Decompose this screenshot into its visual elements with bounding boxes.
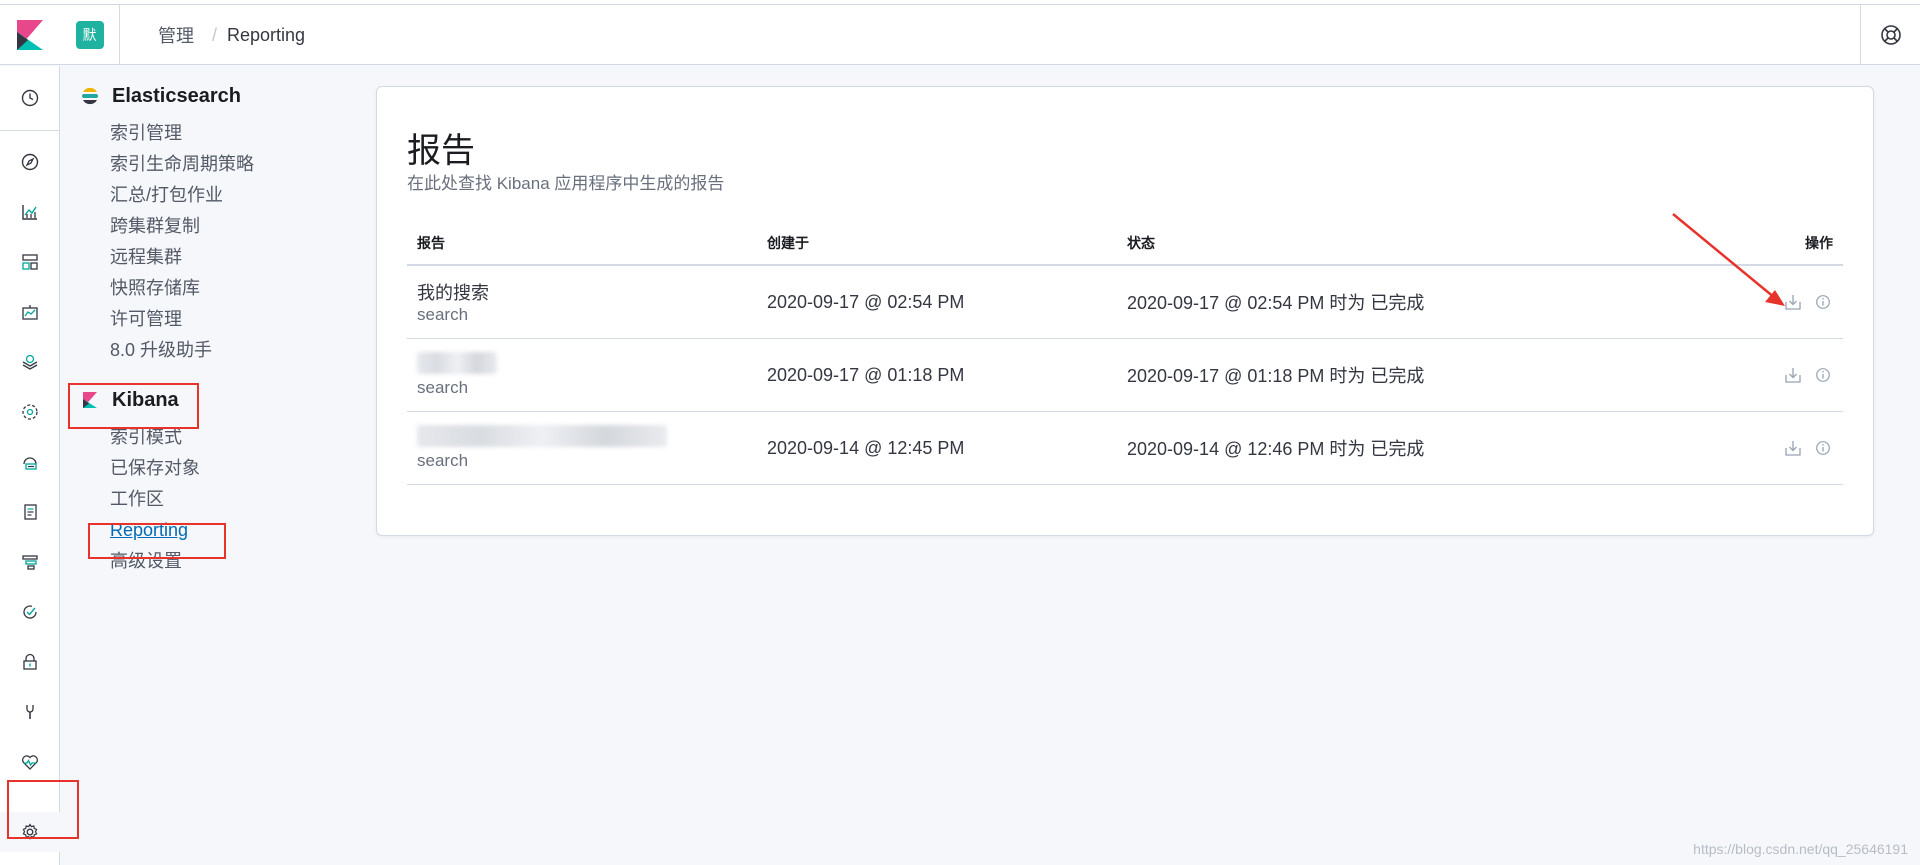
elasticsearch-title: Elasticsearch — [112, 84, 241, 107]
elasticsearch-section-title: Elasticsearch — [80, 80, 340, 112]
sidebar-item-remote-clusters[interactable]: 远程集群 — [110, 242, 340, 273]
annotation-box-reporting — [88, 523, 226, 559]
elasticsearch-logo-icon — [82, 87, 98, 105]
column-header-created[interactable]: 创建于 — [767, 233, 1127, 253]
report-created: 2020-09-17 @ 02:54 PM — [767, 291, 965, 312]
breadcrumb-management[interactable]: 管理 — [158, 22, 194, 48]
table-row: 我的搜索 search 2020-09-17 @ 02:54 PM 2020-0… — [407, 266, 1843, 339]
info-icon[interactable] — [1813, 292, 1833, 312]
logs-icon[interactable] — [0, 492, 60, 532]
download-icon[interactable] — [1783, 365, 1803, 385]
apm-icon[interactable] — [0, 542, 60, 582]
report-type: search — [417, 305, 469, 324]
report-created: 2020-09-17 @ 01:18 PM — [767, 364, 965, 385]
report-type: search — [417, 378, 469, 397]
report-name-cell: search — [407, 425, 767, 471]
table-header: 报告 创建于 状态 操作 — [407, 222, 1843, 266]
report-title-redacted — [417, 425, 767, 449]
recent-icon[interactable] — [0, 78, 60, 118]
report-status: 2020-09-17 @ 01:18 PM 时为 已完成 — [1127, 366, 1425, 386]
table-row: search 2020-09-17 @ 01:18 PM 2020-09-17 … — [407, 339, 1843, 412]
help-button[interactable] — [1860, 5, 1920, 65]
management-sidebar: Elasticsearch 索引管理 索引生命周期策略 汇总/打包作业 跨集群复… — [80, 80, 340, 577]
sidebar-item-ilm[interactable]: 索引生命周期策略 — [110, 149, 340, 180]
monitoring-icon[interactable] — [0, 742, 60, 782]
siem-icon[interactable] — [0, 642, 60, 682]
uptime-icon[interactable] — [0, 592, 60, 632]
breadcrumb-separator: / — [212, 24, 218, 45]
help-lifebuoy-icon — [1880, 25, 1901, 45]
space-avatar: 默 — [75, 21, 104, 49]
elasticsearch-list: 索引管理 索引生命周期策略 汇总/打包作业 跨集群复制 远程集群 快照存储库 许… — [110, 118, 340, 366]
kibana-logo-icon — [17, 20, 43, 50]
sidebar-item-license[interactable]: 许可管理 — [110, 304, 340, 335]
download-icon[interactable] — [1783, 438, 1803, 458]
column-header-status[interactable]: 状态 — [1127, 233, 1687, 253]
report-name-cell: search — [407, 352, 767, 398]
watermark: https://blog.csdn.net/qq_25646191 — [1693, 841, 1908, 857]
sidebar-item-spaces[interactable]: 工作区 — [110, 484, 340, 515]
sidebar-item-upgrade[interactable]: 8.0 升级助手 — [110, 335, 340, 366]
breadcrumb-reporting: Reporting — [227, 24, 306, 45]
sidebar-item-ccr[interactable]: 跨集群复制 — [110, 211, 340, 242]
sidebar-item-saved-objects[interactable]: 已保存对象 — [110, 453, 340, 484]
table-row: search 2020-09-14 @ 12:45 PM 2020-09-14 … — [407, 412, 1843, 485]
page-title: 报告 — [407, 132, 475, 170]
sidebar-item-index-management[interactable]: 索引管理 — [110, 118, 340, 149]
side-nav — [0, 66, 60, 865]
report-created: 2020-09-14 @ 12:45 PM — [767, 437, 965, 458]
maps-icon[interactable] — [0, 342, 60, 382]
report-status: 2020-09-17 @ 02:54 PM 时为 已完成 — [1127, 293, 1425, 313]
machine-learning-icon[interactable] — [0, 392, 60, 432]
info-icon[interactable] — [1813, 365, 1833, 385]
discover-icon[interactable] — [0, 142, 60, 182]
row-actions — [1687, 438, 1843, 458]
space-selector[interactable]: 默 — [60, 5, 120, 65]
report-name-cell: 我的搜索 search — [407, 279, 767, 325]
reporting-panel: 报告 在此处查找 Kibana 应用程序中生成的报告 报告 创建于 状态 操作 … — [376, 86, 1874, 536]
annotation-box-gear — [7, 780, 79, 839]
sidebar-item-snapshot[interactable]: 快照存储库 — [110, 273, 340, 304]
annotation-arrow-icon — [1672, 213, 1785, 306]
kibana-logo[interactable] — [0, 5, 60, 65]
infrastructure-icon[interactable] — [0, 442, 60, 482]
nav-divider — [0, 130, 60, 131]
annotation-box-kibana — [68, 383, 199, 429]
page-description: 在此处查找 Kibana 应用程序中生成的报告 — [407, 174, 725, 193]
reports-table: 报告 创建于 状态 操作 我的搜索 search 2020-09-17 @ 02… — [407, 222, 1843, 485]
visualize-icon[interactable] — [0, 192, 60, 232]
sidebar-item-rollup[interactable]: 汇总/打包作业 — [110, 180, 340, 211]
column-header-report[interactable]: 报告 — [407, 233, 767, 253]
header: 默 管理 / Reporting — [0, 5, 1920, 65]
canvas-icon[interactable] — [0, 292, 60, 332]
dashboard-icon[interactable] — [0, 242, 60, 282]
breadcrumb: 管理 / Reporting — [158, 5, 305, 65]
report-title-redacted — [417, 352, 767, 376]
info-icon[interactable] — [1813, 438, 1833, 458]
report-status: 2020-09-14 @ 12:46 PM 时为 已完成 — [1127, 439, 1425, 459]
row-actions — [1687, 365, 1843, 385]
dev-tools-icon[interactable] — [0, 692, 60, 732]
report-type: search — [417, 451, 469, 470]
report-title: 我的搜索 — [417, 283, 489, 303]
